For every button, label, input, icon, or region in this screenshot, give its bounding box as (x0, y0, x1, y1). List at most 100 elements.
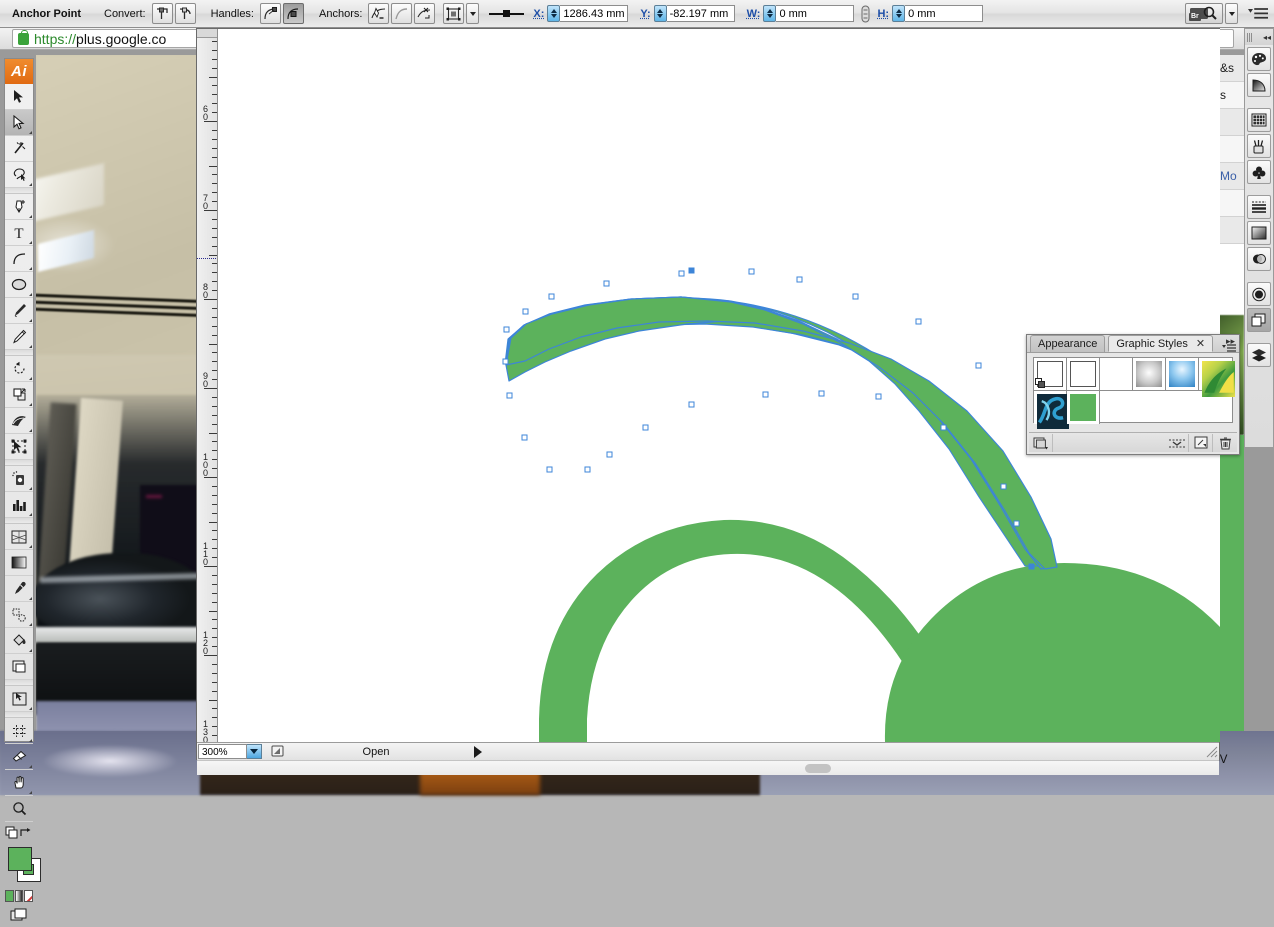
y-input[interactable]: -82.197 mm (667, 5, 735, 22)
screen-mode-button[interactable] (5, 903, 33, 927)
layers-panel-button[interactable] (1247, 343, 1271, 367)
anchor-point[interactable] (604, 281, 609, 286)
paint-mode-buttons[interactable] (5, 888, 33, 903)
magic-wand-tool[interactable] (5, 136, 33, 162)
hide-handles-icon[interactable] (283, 3, 304, 24)
style-swatch-blue-gradient[interactable] (1166, 358, 1199, 391)
line-segment-tool[interactable] (5, 246, 33, 272)
dock-header[interactable]: ◂◂ (1245, 29, 1273, 45)
style-swatch-gray-blur[interactable] (1133, 358, 1166, 391)
bridge-dropdown[interactable] (1225, 3, 1238, 24)
constrain-proportions-icon[interactable] (860, 4, 871, 23)
anchor-point[interactable] (763, 392, 768, 397)
convert-anchor-corner-icon[interactable] (152, 3, 173, 24)
turnip-arch-shape[interactable] (539, 520, 945, 742)
swap-fill-stroke-icon[interactable] (19, 827, 33, 839)
anchor-point[interactable] (853, 294, 858, 299)
anchor-point-highlight[interactable] (689, 268, 694, 273)
turnip-body-shape[interactable] (885, 563, 1220, 742)
h-field-group[interactable]: H: 0 mm (877, 5, 983, 22)
anchor-point[interactable] (916, 319, 921, 324)
anchors-options-dropdown[interactable] (466, 3, 479, 24)
appearance-panel-button[interactable] (1247, 282, 1271, 306)
panel-footer[interactable] (1029, 432, 1237, 452)
fill-swatch[interactable] (8, 847, 32, 871)
x-input[interactable]: 1286.43 mm (560, 5, 628, 22)
default-fill-stroke-icon[interactable] (5, 826, 19, 840)
show-handles-icon[interactable] (260, 3, 281, 24)
panel-menu-icon[interactable] (1248, 4, 1268, 24)
anchor-point[interactable] (689, 402, 694, 407)
style-swatch-blue-swirl[interactable] (1034, 391, 1067, 424)
anchor-point[interactable] (547, 467, 552, 472)
gradient-mode-icon[interactable] (15, 890, 24, 902)
remove-anchor-icon[interactable] (368, 3, 389, 24)
anchor-point[interactable] (1014, 521, 1019, 526)
color-panel-button[interactable] (1247, 47, 1271, 71)
style-swatch-empty[interactable] (1100, 358, 1133, 391)
brushes-panel-button[interactable] (1247, 134, 1271, 158)
paintbrush-tool[interactable] (5, 298, 33, 324)
tab-appearance[interactable]: Appearance (1030, 335, 1105, 352)
tool-palette[interactable]: Ai T (4, 58, 34, 742)
zoom-dropdown-button[interactable] (247, 744, 262, 759)
free-transform-tool[interactable] (5, 434, 33, 460)
blend-tool[interactable] (5, 602, 33, 628)
direct-selection-tool[interactable] (5, 110, 33, 136)
rotate-tool[interactable] (5, 356, 33, 382)
anchor-point[interactable] (607, 452, 612, 457)
vertical-ruler[interactable]: 60 70 80 90 100 110 120 130 (197, 29, 218, 742)
style-swatch-default[interactable] (1034, 358, 1067, 391)
live-paint-bucket-tool[interactable] (5, 628, 33, 654)
selection-tool[interactable] (5, 84, 33, 110)
anchor-point[interactable] (876, 394, 881, 399)
gradient-panel-button[interactable] (1247, 221, 1271, 245)
w-stepper[interactable] (763, 5, 776, 22)
scale-tool[interactable] (5, 382, 33, 408)
width-warp-tool[interactable] (5, 408, 33, 434)
symbol-sprayer-tool[interactable] (5, 466, 33, 492)
anchor-point[interactable] (749, 269, 754, 274)
anchor-point[interactable] (679, 271, 684, 276)
zoom-tool[interactable] (5, 796, 33, 822)
perspective-grid-tool[interactable] (5, 524, 33, 550)
h-stepper[interactable] (892, 5, 905, 22)
artboard-navigation-icon[interactable] (268, 744, 288, 759)
stroke-panel-button[interactable] (1247, 195, 1271, 219)
graphic-styles-panel[interactable]: Appearance Graphic Styles ✕ ▸▸ (1026, 334, 1240, 455)
anchor-point[interactable] (643, 425, 648, 430)
h-input[interactable]: 0 mm (905, 5, 983, 22)
x-field-group[interactable]: X: 1286.43 mm (533, 5, 628, 22)
anchor-point[interactable] (797, 277, 802, 282)
fill-stroke-controls[interactable] (5, 822, 33, 844)
adobe-bridge-icon[interactable]: Br (1185, 3, 1223, 24)
status-menu-arrow-icon[interactable] (474, 746, 482, 758)
eyedropper-tool[interactable] (5, 576, 33, 602)
convert-anchor-smooth-icon[interactable] (175, 3, 196, 24)
transform-reference-icon[interactable] (489, 10, 524, 17)
dock-collapse-icon[interactable]: ◂◂ (1263, 33, 1271, 42)
w-field-group[interactable]: W: 0 mm (747, 5, 855, 22)
zoom-level-field[interactable]: 300% (198, 744, 247, 759)
y-field-group[interactable]: Y: -82.197 mm (640, 5, 734, 22)
connect-anchor-icon[interactable] (391, 3, 412, 24)
color-guide-panel-button[interactable] (1247, 73, 1271, 97)
delete-style-icon[interactable] (1213, 434, 1237, 452)
slice-tool[interactable] (5, 686, 33, 712)
window-resize-grip[interactable] (1205, 745, 1218, 758)
style-swatch-solid-green[interactable] (1067, 391, 1100, 424)
pen-tool[interactable] (5, 194, 33, 220)
slice-grid-tool[interactable] (5, 718, 33, 744)
artboard-tool[interactable] (5, 654, 33, 680)
break-link-to-style-icon[interactable] (1165, 434, 1189, 452)
transparency-panel-button[interactable] (1247, 247, 1271, 271)
pencil-tool[interactable] (5, 324, 33, 350)
anchor-point[interactable] (522, 435, 527, 440)
anchor-point[interactable] (585, 467, 590, 472)
dock-grip-icon[interactable] (1247, 33, 1254, 42)
anchor-point[interactable] (819, 391, 824, 396)
new-style-icon[interactable] (1189, 434, 1213, 452)
symbols-panel-button[interactable] (1247, 160, 1271, 184)
anchor-point[interactable] (523, 309, 528, 314)
tab-graphic-styles[interactable]: Graphic Styles ✕ (1108, 335, 1213, 352)
